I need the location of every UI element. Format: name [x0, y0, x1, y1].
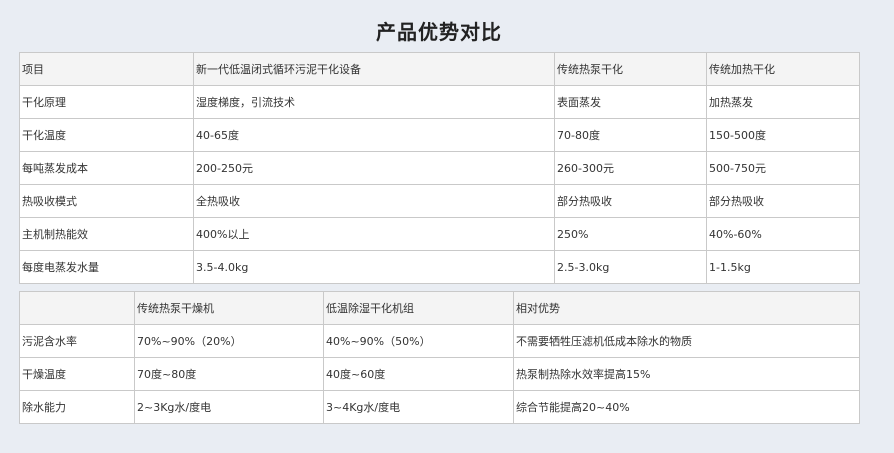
table-cell: 70%~90%（20%）	[134, 324, 324, 358]
table-header-cell: 低温除湿干化机组	[323, 291, 514, 325]
table-header-row: 传统热泵干燥机 低温除湿干化机组 相对优势	[19, 291, 860, 325]
table-header-cell: 传统热泵干燥机	[134, 291, 324, 325]
table-header-cell: 传统加热干化	[706, 52, 860, 86]
table-cell: 每吨蒸发成本	[19, 151, 194, 185]
table-header-row: 项目 新一代低温闭式循环污泥干化设备 传统热泵干化 传统加热干化	[19, 52, 860, 86]
table-cell: 40%~90%（50%）	[323, 324, 514, 358]
table-row: 每吨蒸发成本 200-250元 260-300元 500-750元	[19, 151, 860, 185]
table-cell: 2~3Kg水/度电	[134, 390, 324, 424]
comparison-table-2: 传统热泵干燥机 低温除湿干化机组 相对优势 污泥含水率 70%~90%（20%） 40%~…	[19, 291, 860, 424]
table-row: 污泥含水率 70%~90%（20%） 40%~90%（50%） 不需要牺牲压滤机低成本…	[19, 324, 860, 358]
table-cell: 3~4Kg水/度电	[323, 390, 514, 424]
table-cell: 250%	[554, 217, 707, 251]
table-row: 干化温度 40-65度 70-80度 150-500度	[19, 118, 860, 152]
table-row: 干化原理 湿度梯度，引流技术 表面蒸发 加热蒸发	[19, 85, 860, 119]
table-cell: 湿度梯度，引流技术	[193, 85, 555, 119]
table-cell: 干化原理	[19, 85, 194, 119]
table-cell: 热吸收模式	[19, 184, 194, 218]
table-cell: 部分热吸收	[706, 184, 860, 218]
table-header-cell: 项目	[19, 52, 194, 86]
table-header-cell: 相对优势	[513, 291, 860, 325]
table-cell: 3.5-4.0kg	[193, 250, 555, 284]
table-cell: 干燥温度	[19, 357, 135, 391]
table-cell: 不需要牺牲压滤机低成本除水的物质	[513, 324, 860, 358]
table-cell: 500-750元	[706, 151, 860, 185]
table-cell: 加热蒸发	[706, 85, 860, 119]
table-cell: 200-250元	[193, 151, 555, 185]
table-cell: 除水能力	[19, 390, 135, 424]
table-cell: 2.5-3.0kg	[554, 250, 707, 284]
table-row: 干燥温度 70度~80度 40度~60度 热泵制热除水效率提高15%	[19, 357, 860, 391]
page-title: 产品优势对比	[376, 20, 502, 44]
table-cell: 干化温度	[19, 118, 194, 152]
table-cell: 260-300元	[554, 151, 707, 185]
table-cell: 40%-60%	[706, 217, 860, 251]
table-header-cell: 新一代低温闭式循环污泥干化设备	[193, 52, 555, 86]
table-row: 每度电蒸发水量 3.5-4.0kg 2.5-3.0kg 1-1.5kg	[19, 250, 860, 284]
table-cell: 表面蒸发	[554, 85, 707, 119]
table-cell: 1-1.5kg	[706, 250, 860, 284]
table-cell: 每度电蒸发水量	[19, 250, 194, 284]
table-cell: 40-65度	[193, 118, 555, 152]
table-cell: 主机制热能效	[19, 217, 194, 251]
table-cell: 400%以上	[193, 217, 555, 251]
table-cell: 70-80度	[554, 118, 707, 152]
table-cell: 70度~80度	[134, 357, 324, 391]
table-cell: 综合节能提高20~40%	[513, 390, 860, 424]
table-cell: 全热吸收	[193, 184, 555, 218]
table-cell: 部分热吸收	[554, 184, 707, 218]
table-cell: 150-500度	[706, 118, 860, 152]
table-row: 主机制热能效 400%以上 250% 40%-60%	[19, 217, 860, 251]
table-cell: 热泵制热除水效率提高15%	[513, 357, 860, 391]
comparison-table-1: 项目 新一代低温闭式循环污泥干化设备 传统热泵干化 传统加热干化 干化原理 湿度梯度，引流…	[19, 52, 860, 284]
table-row: 除水能力 2~3Kg水/度电 3~4Kg水/度电 综合节能提高20~40%	[19, 390, 860, 424]
table-row: 热吸收模式 全热吸收 部分热吸收 部分热吸收	[19, 184, 860, 218]
table-header-cell	[19, 291, 135, 325]
table-header-cell: 传统热泵干化	[554, 52, 707, 86]
table-cell: 污泥含水率	[19, 324, 135, 358]
table-cell: 40度~60度	[323, 357, 514, 391]
